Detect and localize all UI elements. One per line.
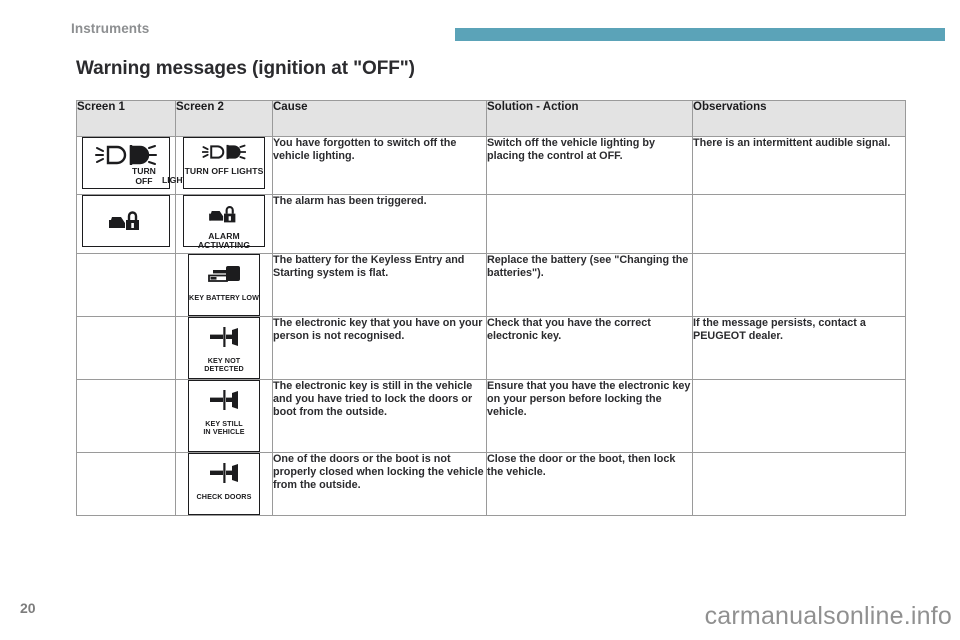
headlights-icon — [202, 144, 246, 160]
alarm-car-padlock-icon — [109, 211, 139, 230]
cell-cause: The alarm has been triggered. — [272, 194, 487, 254]
tile-label: ALARM ACTIVATING — [197, 231, 251, 250]
warning-messages-table: Screen 1 Screen 2 Cause Solution - Actio… — [76, 100, 906, 516]
cell-screen1: TURN OFF LIGHTS — [76, 136, 194, 195]
electronic-key-icon — [210, 389, 238, 410]
cell-screen1 — [76, 252, 176, 317]
cell-cause: You have forgotten to switch off the veh… — [272, 136, 487, 195]
cell-solution — [486, 194, 693, 254]
tile-label: KEY BATTERY LOW — [189, 292, 259, 302]
table-row: KEY NOT DETECTED The electronic key that… — [76, 315, 906, 380]
headlights-icon-tile: TURN OFF LIGHTS — [82, 137, 194, 189]
tile-label: KEY NOT DETECTED — [204, 355, 244, 374]
table-row: KEY STILL IN VEHICLE The electronic key … — [76, 378, 906, 453]
electronic-key-icon-tile: KEY STILL IN VEHICLE — [188, 379, 260, 452]
cell-screen1 — [76, 194, 176, 254]
cell-solution: Check that you have the correct electron… — [486, 315, 693, 380]
cell-screen2: KEY NOT DETECTED — [175, 315, 273, 380]
key-battery-icon — [208, 265, 240, 282]
cell-screen2: KEY BATTERY LOW — [175, 252, 273, 317]
electronic-key-icon — [210, 326, 238, 347]
page-title: Warning messages (ignition at "OFF") — [76, 58, 415, 79]
section-label: Instruments — [71, 21, 150, 36]
table-header-row: Screen 1 Screen 2 Cause Solution - Actio… — [76, 100, 906, 137]
cell-cause: The electronic key that you have on your… — [272, 315, 487, 380]
alarm-car-padlock-icon — [209, 206, 236, 223]
table-row: CHECK DOORS One of the doors or the boot… — [76, 451, 906, 516]
column-header-cause: Cause — [272, 100, 487, 137]
cell-observations: If the message persists, contact a PEUGE… — [692, 315, 906, 380]
cell-solution: Ensure that you have the electronic key … — [486, 378, 693, 453]
cell-screen2: TURN OFF LIGHTS — [175, 136, 273, 195]
cell-observations — [692, 194, 906, 254]
table-row: TURN OFF LIGHTS TURN OFF LIGHTS You have… — [76, 136, 906, 195]
header-accent-bar — [455, 28, 945, 41]
cell-screen1 — [76, 378, 176, 453]
column-header-solution: Solution - Action — [486, 100, 693, 137]
tile-label-line2: IN VEHICLE — [203, 427, 245, 437]
tile-label-line1: TURN OFF — [132, 166, 156, 186]
page-header: Instruments — [0, 0, 960, 48]
cell-screen1 — [76, 451, 176, 516]
page-number: 20 — [20, 600, 36, 616]
electronic-key-icon-tile: CHECK DOORS — [188, 452, 260, 515]
electronic-key-icon — [210, 462, 238, 483]
tile-label: CHECK DOORS — [196, 491, 252, 501]
table-row: KEY BATTERY LOW The battery for the Keyl… — [76, 252, 906, 317]
cell-screen2: CHECK DOORS — [175, 451, 273, 516]
cell-cause: The battery for the Keyless Entry and St… — [272, 252, 487, 317]
alarm-icon-tile — [82, 195, 170, 247]
column-header-screen2: Screen 2 — [175, 100, 273, 137]
cell-solution: Switch off the vehicle lighting by placi… — [486, 136, 693, 195]
key-battery-icon-tile: KEY BATTERY LOW — [188, 253, 260, 316]
cell-cause: One of the doors or the boot is not prop… — [272, 451, 487, 516]
cell-observations — [692, 252, 906, 317]
cell-observations — [692, 451, 906, 516]
headlights-icon — [95, 145, 157, 165]
cell-screen2: ALARM ACTIVATING — [175, 194, 273, 254]
cell-observations — [692, 378, 906, 453]
column-header-screen1: Screen 1 — [76, 100, 176, 137]
cell-solution: Replace the battery (see "Changing the b… — [486, 252, 693, 317]
alarm-icon-tile-small: ALARM ACTIVATING — [183, 195, 265, 250]
tile-label: TURN OFF LIGHTS — [184, 166, 264, 176]
watermark: carmanualsonline.info — [704, 602, 952, 630]
cell-cause: The electronic key is still in the vehic… — [272, 378, 487, 453]
cell-screen1 — [76, 315, 176, 380]
headlights-icon-tile-small: TURN OFF LIGHTS — [183, 137, 265, 189]
cell-observations: There is an intermittent audible signal. — [692, 136, 906, 195]
cell-solution: Close the door or the boot, then lock th… — [486, 451, 693, 516]
table-row: ALARM ACTIVATING The alarm has been trig… — [76, 194, 906, 254]
cell-screen2: KEY STILL IN VEHICLE — [175, 378, 273, 453]
electronic-key-icon-tile: KEY NOT DETECTED — [188, 316, 260, 379]
column-header-observations: Observations — [692, 100, 906, 137]
